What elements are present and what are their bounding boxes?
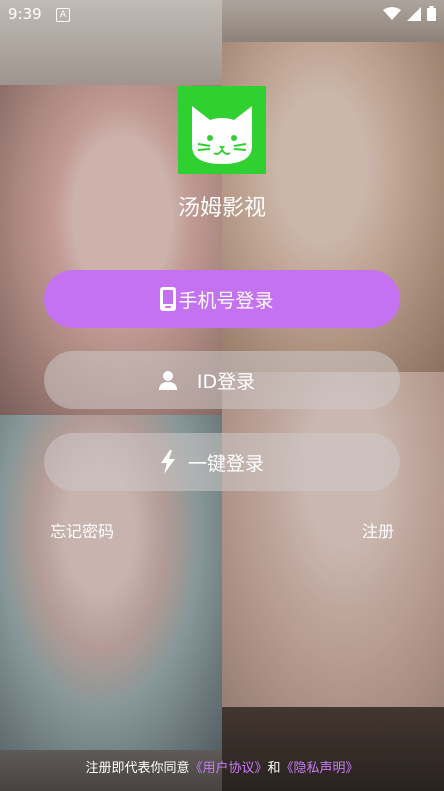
login-screen: 9:39 A 汤姆影视 手机号登录 ID登录 一键登录 忘记密码 注册 注册即代… xyxy=(0,0,444,791)
app-name: 汤姆影视 xyxy=(177,196,266,221)
status-bar: 9:39 A xyxy=(0,0,444,30)
status-time: 9:39 xyxy=(8,5,42,23)
id-login-label: ID登录 xyxy=(196,370,256,393)
status-icons xyxy=(383,6,436,21)
phone-login-button[interactable]: 手机号登录 xyxy=(44,270,400,328)
agreement-conjunction: 和 xyxy=(267,761,281,776)
phone-icon xyxy=(157,286,179,312)
id-login-button[interactable]: ID登录 xyxy=(44,351,400,409)
one-click-login-label: 一键登录 xyxy=(187,452,264,475)
app-logo xyxy=(178,86,266,174)
register-link[interactable]: 注册 xyxy=(362,518,394,542)
lightning-icon xyxy=(157,449,179,475)
phone-login-label: 手机号登录 xyxy=(178,289,274,312)
agreement-text: 注册即代表你同意《用户协议》和《隐私声明》 xyxy=(0,757,444,776)
user-agreement-link[interactable]: 《用户协议》 xyxy=(189,761,267,776)
cat-icon xyxy=(192,106,252,164)
user-icon xyxy=(157,367,179,393)
notification-icon: A xyxy=(56,8,70,22)
privacy-policy-link[interactable]: 《隐私声明》 xyxy=(281,761,359,776)
cellular-icon xyxy=(407,6,421,21)
forgot-password-link[interactable]: 忘记密码 xyxy=(50,518,114,542)
agreement-prefix: 注册即代表你同意 xyxy=(85,761,190,776)
wifi-icon xyxy=(383,6,401,20)
one-click-login-button[interactable]: 一键登录 xyxy=(44,433,400,491)
battery-icon xyxy=(427,6,436,21)
